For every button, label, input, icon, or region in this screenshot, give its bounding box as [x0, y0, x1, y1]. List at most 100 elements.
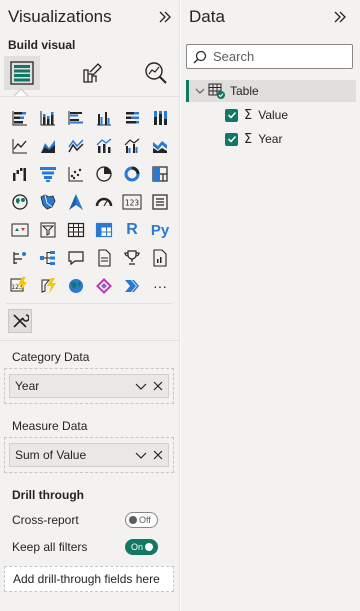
- matrix-icon[interactable]: [90, 216, 118, 244]
- field-row-year[interactable]: Σ Year: [225, 129, 282, 149]
- checkmark-icon: [227, 135, 236, 143]
- funnel-chart-icon[interactable]: [34, 160, 62, 188]
- visualizations-title: Visualizations: [8, 7, 112, 26]
- table-icon: [208, 83, 225, 99]
- qna-icon[interactable]: [62, 244, 90, 272]
- measure-data-label: Measure Data: [12, 419, 88, 433]
- build-tools-button[interactable]: [8, 309, 32, 333]
- active-tab-caret-icon: [14, 88, 28, 96]
- data-title: Data: [189, 7, 225, 26]
- slicer-icon[interactable]: [34, 216, 62, 244]
- stacked-bar-chart-icon[interactable]: [6, 104, 34, 132]
- search-input[interactable]: [213, 49, 343, 64]
- category-field-name: Year: [15, 379, 40, 393]
- measure-field-name: Sum of Value: [15, 448, 87, 462]
- multi-row-card-icon[interactable]: [146, 188, 174, 216]
- kpi-icon[interactable]: [6, 216, 34, 244]
- donut-chart-icon[interactable]: [118, 160, 146, 188]
- treemap-icon[interactable]: [146, 160, 174, 188]
- category-field-pill[interactable]: Year: [9, 374, 169, 398]
- field-name-year: Year: [258, 132, 283, 146]
- section-divider: [0, 340, 180, 341]
- category-data-well[interactable]: Year: [4, 368, 174, 404]
- chevron-down-icon[interactable]: [134, 379, 148, 393]
- keep-all-filters-toggle[interactable]: On: [125, 539, 158, 555]
- cross-report-state: Off: [139, 515, 151, 525]
- visualizations-pane: Visualizations Build visual 123 R Py 123…: [0, 0, 180, 611]
- format-visual-tab[interactable]: [73, 56, 109, 90]
- keep-all-filters-state: On: [131, 542, 144, 552]
- area-chart-icon[interactable]: [34, 132, 62, 160]
- build-visual-label: Build visual: [8, 38, 76, 52]
- chevron-down-icon[interactable]: [134, 448, 148, 462]
- key-influencers-icon[interactable]: [6, 244, 34, 272]
- collapse-data-button[interactable]: [331, 8, 349, 26]
- toggle-knob: [129, 516, 137, 524]
- ribbon-chart-icon[interactable]: [146, 132, 174, 160]
- filled-map-icon[interactable]: [34, 188, 62, 216]
- metrics-icon[interactable]: [118, 244, 146, 272]
- get-more-visuals-icon[interactable]: [118, 272, 146, 300]
- map-icon[interactable]: [6, 188, 34, 216]
- waterfall-chart-icon[interactable]: [6, 160, 34, 188]
- table-icon[interactable]: [62, 216, 90, 244]
- gauge-icon[interactable]: [90, 188, 118, 216]
- format-visual-icon: [83, 63, 102, 83]
- power-bi-visual-icon[interactable]: [90, 272, 118, 300]
- line-and-stacked-column-chart-icon[interactable]: [90, 132, 118, 160]
- data-search-box[interactable]: [186, 44, 353, 69]
- r-script-visual-icon[interactable]: R: [118, 216, 146, 244]
- data-pane: Data Table Σ Value: [181, 0, 360, 611]
- grid-divider: [6, 303, 172, 304]
- card-icon[interactable]: 123: [118, 188, 146, 216]
- pie-chart-icon[interactable]: [90, 160, 118, 188]
- azure-map-icon[interactable]: [62, 188, 90, 216]
- measure-field-pill[interactable]: Sum of Value: [9, 443, 169, 467]
- double-chevron-right-icon: [159, 11, 171, 23]
- cross-report-label: Cross-report: [12, 513, 79, 527]
- paginated-report-icon[interactable]: [146, 244, 174, 272]
- add-drill-through-fields-well[interactable]: Add drill-through fields here: [4, 566, 174, 592]
- remove-field-icon[interactable]: [151, 448, 165, 462]
- mode-divider: [0, 96, 180, 97]
- build-visual-tab[interactable]: [4, 56, 40, 90]
- 100-stacked-bar-chart-icon[interactable]: [118, 104, 146, 132]
- r-glyph: R: [126, 221, 138, 238]
- sigma-icon: Σ: [244, 131, 253, 147]
- stacked-area-chart-icon[interactable]: [62, 132, 90, 160]
- wrench-screwdriver-icon: [13, 314, 29, 328]
- stacked-column-chart-icon[interactable]: [34, 104, 62, 132]
- field-row-value[interactable]: Σ Value: [225, 105, 288, 125]
- 100-stacked-column-chart-icon[interactable]: [146, 104, 174, 132]
- scatter-chart-icon[interactable]: [62, 160, 90, 188]
- value-checkbox[interactable]: [225, 108, 238, 122]
- arcgis-map-icon[interactable]: [62, 272, 90, 300]
- line-chart-icon[interactable]: [6, 132, 34, 160]
- collapse-visualizations-button[interactable]: [156, 8, 174, 26]
- more-options-icon[interactable]: ···: [146, 272, 174, 300]
- clustered-bar-chart-icon[interactable]: [62, 104, 90, 132]
- drill-through-title: Drill through: [12, 488, 84, 502]
- keep-all-filters-label: Keep all filters: [12, 540, 88, 554]
- line-and-clustered-column-chart-icon[interactable]: [118, 132, 146, 160]
- power-apps-icon[interactable]: 123: [6, 272, 34, 300]
- chevron-down-icon[interactable]: [194, 85, 206, 97]
- cross-report-toggle[interactable]: Off: [125, 512, 158, 528]
- analytics-icon: [145, 62, 167, 84]
- decomposition-tree-icon[interactable]: [34, 244, 62, 272]
- sigma-icon: Σ: [244, 107, 253, 123]
- analytics-tab[interactable]: [138, 56, 174, 90]
- clustered-column-chart-icon[interactable]: [90, 104, 118, 132]
- table-node[interactable]: Table: [186, 80, 356, 102]
- field-name-value: Value: [258, 108, 289, 122]
- python-visual-icon[interactable]: Py: [146, 216, 174, 244]
- smart-narrative-icon[interactable]: [90, 244, 118, 272]
- measure-data-well[interactable]: Sum of Value: [4, 437, 174, 473]
- remove-field-icon[interactable]: [151, 379, 165, 393]
- build-visual-icon: [10, 61, 34, 85]
- card-glyph: 123: [125, 199, 140, 208]
- year-checkbox[interactable]: [225, 132, 238, 146]
- power-automate-icon[interactable]: [34, 272, 62, 300]
- toggle-knob: [145, 543, 154, 551]
- double-chevron-right-icon: [334, 11, 346, 23]
